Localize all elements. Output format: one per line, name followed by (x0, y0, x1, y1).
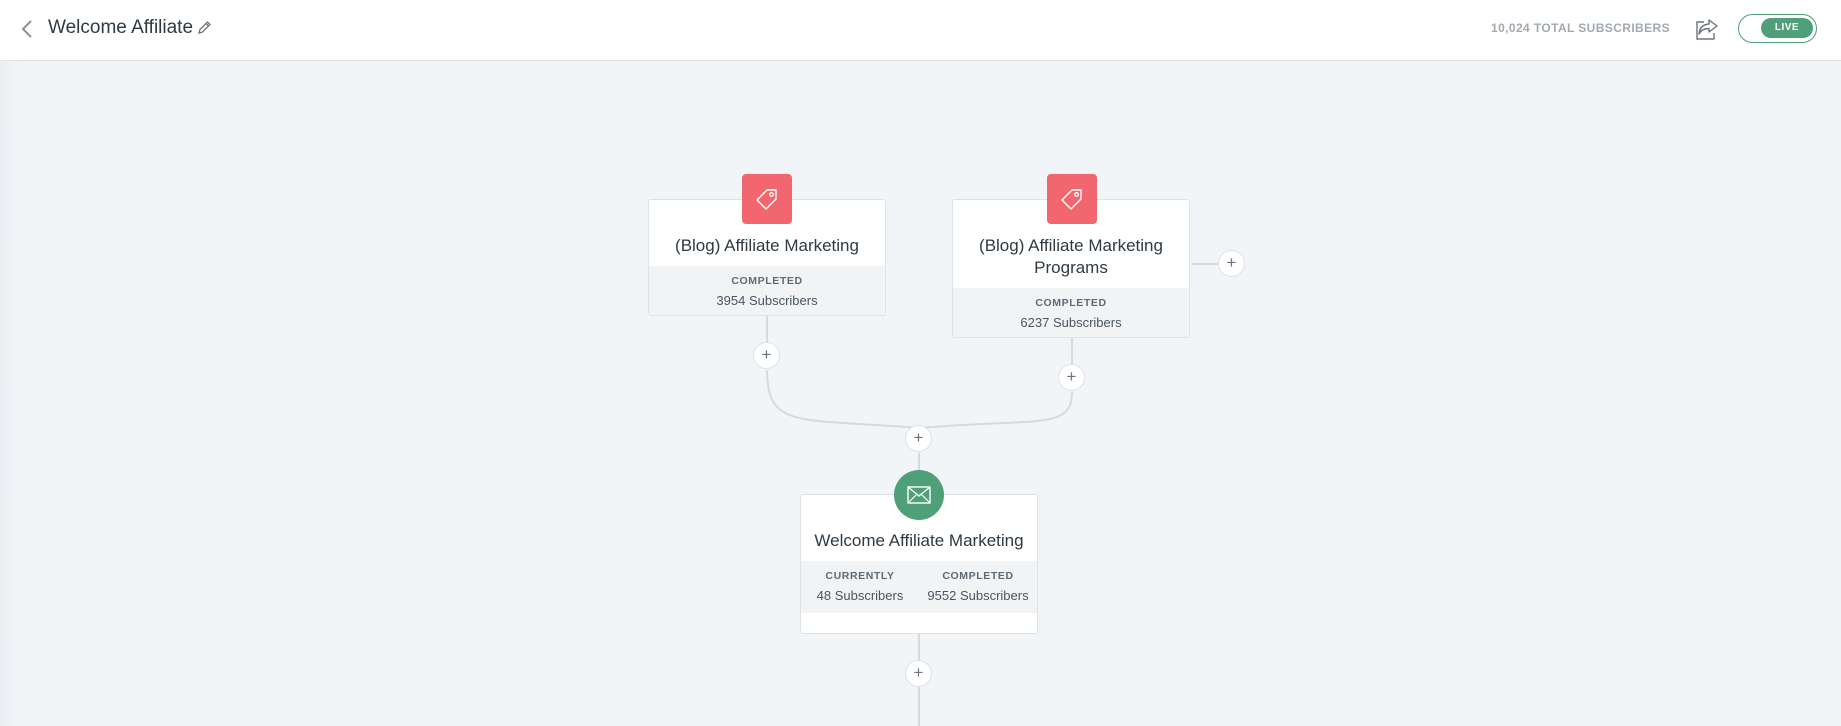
add-step-button[interactable]: + (753, 342, 780, 369)
stat-value: 48 Subscribers (816, 588, 904, 603)
tag-icon (742, 174, 792, 224)
stat-value: 9552 Subscribers (927, 588, 1029, 603)
stat-label: COMPLETED (731, 275, 803, 287)
stat-value: 6237 Subscribers (1020, 315, 1122, 330)
tag-node-stats: COMPLETED 6237 Subscribers (953, 288, 1189, 337)
completed-stat: COMPLETED 9552 Subscribers (919, 561, 1037, 613)
email-node-stats: CURRENTLY 48 Subscribers COMPLETED 9552 … (801, 561, 1037, 613)
completed-stat: COMPLETED 6237 Subscribers (953, 288, 1189, 337)
envelope-icon (894, 470, 944, 520)
currently-stat: CURRENTLY 48 Subscribers (801, 561, 919, 613)
add-step-button[interactable]: + (905, 425, 932, 452)
stat-value: 3954 Subscribers (716, 293, 818, 308)
stat-label: CURRENTLY (825, 570, 895, 582)
add-step-button[interactable]: + (1058, 364, 1085, 391)
add-branch-button[interactable]: + (1218, 250, 1245, 277)
tag-node-stats: COMPLETED 3954 Subscribers (649, 266, 885, 315)
completed-stat: COMPLETED 3954 Subscribers (649, 266, 885, 315)
stat-label: COMPLETED (1035, 297, 1107, 309)
add-step-button[interactable]: + (905, 660, 932, 687)
stat-label: COMPLETED (942, 570, 1014, 582)
tag-icon (1047, 174, 1097, 224)
